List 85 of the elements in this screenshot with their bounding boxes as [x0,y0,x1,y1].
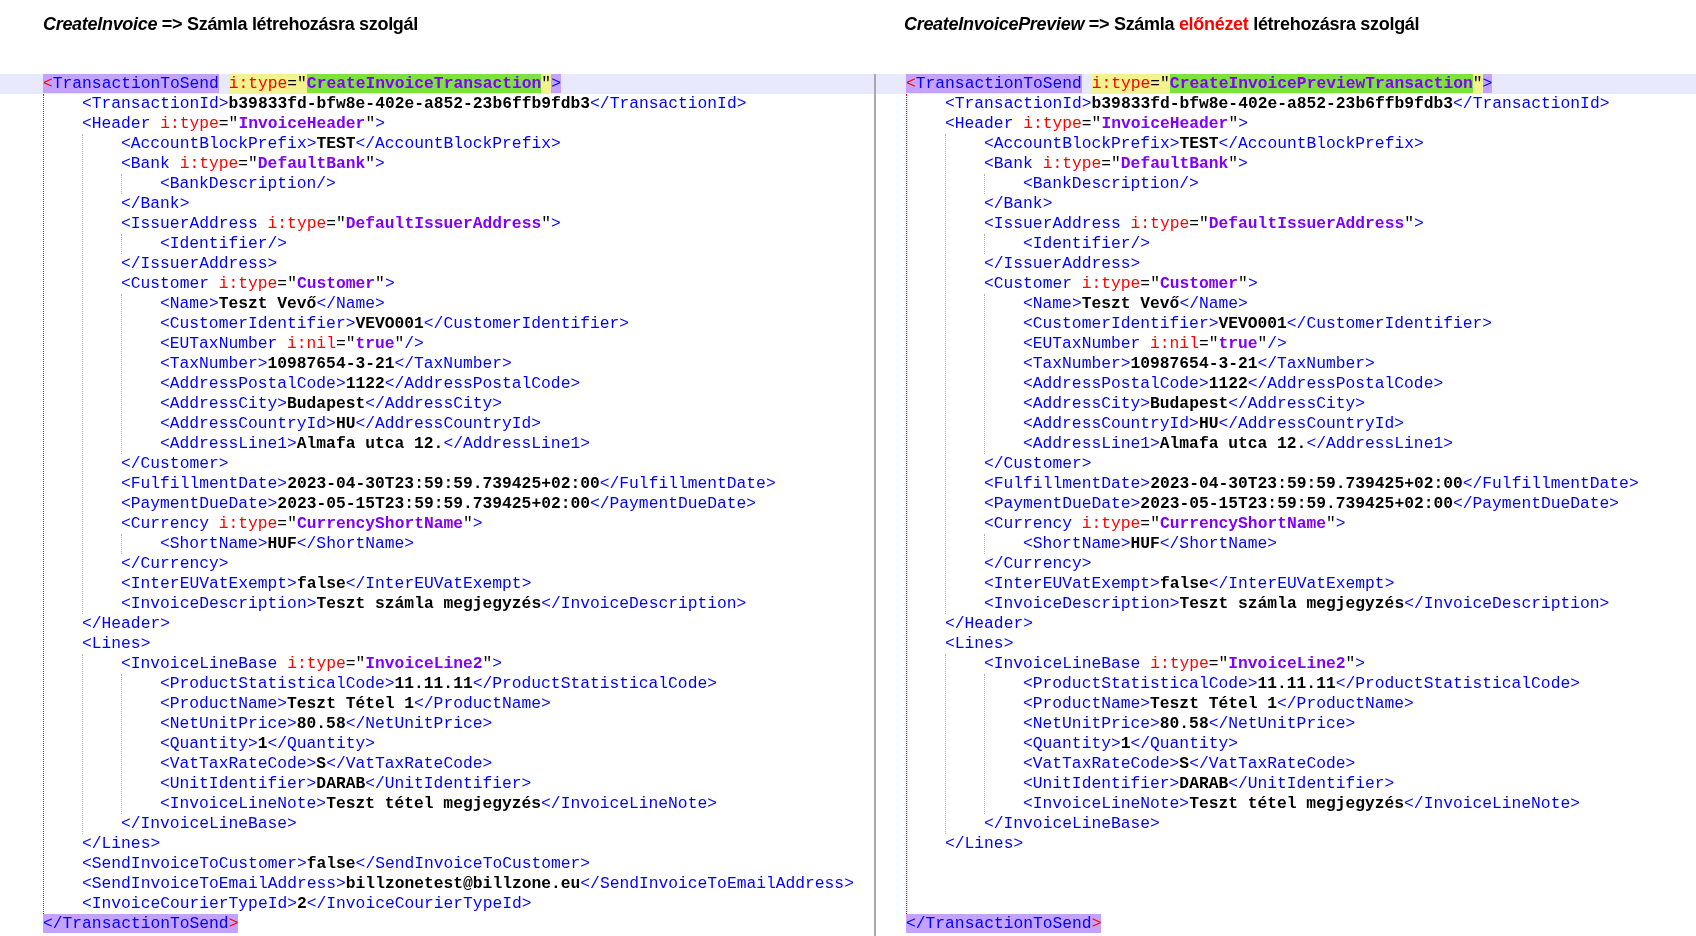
code-line: <PaymentDueDate>2023-05-15T23:59:59.739425+02:00</PaymentDueDate> [121,494,757,514]
code-line: <Customer i:type="Customer"> [984,274,1258,294]
code-line: <AddressCity>Budapest</AddressCity> [1023,394,1366,414]
code-line: <Lines> [82,634,151,654]
code-line: </Currency> [984,554,1092,574]
code-line: <ProductName>Teszt Tétel 1</ProductName> [1023,694,1414,714]
code-line: <AddressPostalCode>1122</AddressPostalCode> [160,374,581,394]
code-line: <AddressPostalCode>1122</AddressPostalCode> [1023,374,1444,394]
code-line: <TaxNumber>10987654-3-21</TaxNumber> [1023,354,1375,374]
code-line: <InvoiceLineNote>Teszt tétel megjegyzés</InvoiceLineNote> [160,794,717,814]
code-line: <Header i:type="InvoiceHeader"> [82,114,385,134]
code-line: <Quantity>1</Quantity> [160,734,375,754]
code-line: <AddressCountryId>HU</AddressCountryId> [1023,414,1405,434]
code-line: <SendInvoiceToCustomer>false</SendInvoiceToCustomer> [82,854,591,874]
code-line: <TransactionId>b39833fd-bfw8e-402e-a852-23b6ffb9fdb3</TransactionId> [945,94,1610,114]
code-line: </IssuerAddress> [984,254,1141,274]
code-line: <TransactionId>b39833fd-bfw8e-402e-a852-23b6ffb9fdb3</TransactionId> [82,94,747,114]
code-line: <FulfillmentDate>2023-04-30T23:59:59.739425+02:00</FulfillmentDate> [984,474,1639,494]
code-line: <Lines> [945,634,1014,654]
section-heading: CreateInvoicePreview => Számla előnézet létrehozásra szolgál [904,14,1420,34]
code-line: <VatTaxRateCode>S</VatTaxRateCode> [1023,754,1356,774]
code-line: <EUTaxNumber i:nil="true"/> [160,334,424,354]
code-line: <AddressLine1>Almafa utca 12.</AddressLine1> [1023,434,1453,454]
code-line: <TransactionToSend i:type="CreateInvoiceTransaction"> [43,74,561,94]
code-line: <AccountBlockPrefix>TEST</AccountBlockPrefix> [984,134,1424,154]
code-line: </TransactionToSend> [43,914,239,934]
code-line: <Bank i:type="DefaultBank"> [121,154,385,174]
code-line: <InvoiceDescription>Teszt számla megjegyzés</InvoiceDescription> [984,594,1610,614]
code-line: <BankDescription/> [1023,174,1199,194]
code-line: </Customer> [984,454,1092,474]
code-line: </Bank> [984,194,1053,214]
code-line: <Name>Teszt Vevő</Name> [160,294,385,314]
code-line: </Lines> [945,834,1024,854]
code-line: <IssuerAddress i:type="DefaultIssuerAddress"> [121,214,561,234]
code-line: </IssuerAddress> [121,254,278,274]
code-line: <ProductStatisticalCode>11.11.11</ProductStatisticalCode> [160,674,717,694]
code-line: <ShortName>HUF</ShortName> [160,534,415,554]
code-line: <BankDescription/> [160,174,336,194]
code-line: </Customer> [121,454,229,474]
code-line: <EUTaxNumber i:nil="true"/> [1023,334,1287,354]
code-line: <AccountBlockPrefix>TEST</AccountBlockPrefix> [121,134,561,154]
code-line: <InvoiceLineBase i:type="InvoiceLine2"> [984,654,1366,674]
code-line: <Identifier/> [1023,234,1151,254]
code-line: </Header> [945,614,1033,634]
code-line: <InvoiceLineBase i:type="InvoiceLine2"> [121,654,503,674]
code-line: <TransactionToSend i:type="CreateInvoicePreviewTransaction"> [906,74,1493,94]
section-heading: CreateInvoice => Számla létrehozásra szolgál [43,14,418,34]
code-line: <Identifier/> [160,234,288,254]
code-line: <ShortName>HUF</ShortName> [1023,534,1278,554]
code-line: <AddressCity>Budapest</AddressCity> [160,394,503,414]
code-line: <InvoiceDescription>Teszt számla megjegyzés</InvoiceDescription> [121,594,747,614]
code-line: <Quantity>1</Quantity> [1023,734,1238,754]
code-line: </Header> [82,614,170,634]
code-line: <SendInvoiceToEmailAddress>billzonetest@billzone.eu</SendInvoiceToEmailAddress> [82,874,854,894]
code-line: <InterEUVatExempt>false</InterEUVatExempt> [984,574,1395,594]
code-line: <InvoiceCourierTypeId>2</InvoiceCourierTypeId> [82,894,532,914]
code-line: <UnitIdentifier>DARAB</UnitIdentifier> [1023,774,1395,794]
code-line: <ProductName>Teszt Tétel 1</ProductName> [160,694,551,714]
code-line: <NetUnitPrice>80.58</NetUnitPrice> [160,714,493,734]
code-line: <Currency i:type="CurrencyShortName"> [121,514,483,534]
code-line: </Bank> [121,194,190,214]
code-line: <NetUnitPrice>80.58</NetUnitPrice> [1023,714,1356,734]
code-line: <Header i:type="InvoiceHeader"> [945,114,1248,134]
code-line: <AddressLine1>Almafa utca 12.</AddressLine1> [160,434,590,454]
code-line: <AddressCountryId>HU</AddressCountryId> [160,414,542,434]
code-line: <ProductStatisticalCode>11.11.11</ProductStatisticalCode> [1023,674,1580,694]
code-line: <PaymentDueDate>2023-05-15T23:59:59.739425+02:00</PaymentDueDate> [984,494,1620,514]
code-line: <FulfillmentDate>2023-04-30T23:59:59.739425+02:00</FulfillmentDate> [121,474,776,494]
code-line: <VatTaxRateCode>S</VatTaxRateCode> [160,754,493,774]
code-line: <Customer i:type="Customer"> [121,274,395,294]
code-line: <Currency i:type="CurrencyShortName"> [984,514,1346,534]
code-line: <TaxNumber>10987654-3-21</TaxNumber> [160,354,512,374]
code-line: </Lines> [82,834,161,854]
code-line: <InvoiceLineNote>Teszt tétel megjegyzés</InvoiceLineNote> [1023,794,1580,814]
code-line: <Bank i:type="DefaultBank"> [984,154,1248,174]
code-line: <IssuerAddress i:type="DefaultIssuerAddress"> [984,214,1424,234]
code-line: </InvoiceLineBase> [984,814,1160,834]
code-line: <Name>Teszt Vevő</Name> [1023,294,1248,314]
code-line: <CustomerIdentifier>VEVO001</CustomerIdentifier> [160,314,630,334]
code-line: <UnitIdentifier>DARAB</UnitIdentifier> [160,774,532,794]
code-line: <InterEUVatExempt>false</InterEUVatExempt> [121,574,532,594]
code-line: <CustomerIdentifier>VEVO001</CustomerIdentifier> [1023,314,1493,334]
code-line: </Currency> [121,554,229,574]
code-line: </TransactionToSend> [906,914,1102,934]
code-line: </InvoiceLineBase> [121,814,297,834]
